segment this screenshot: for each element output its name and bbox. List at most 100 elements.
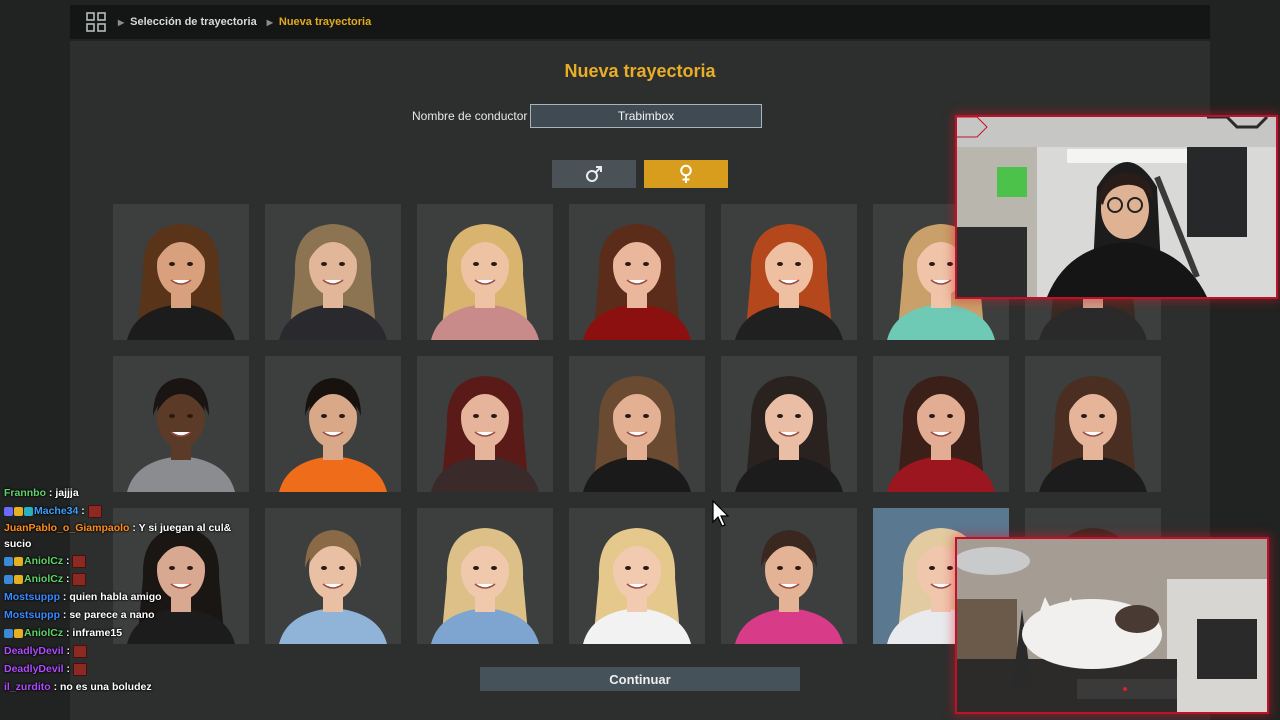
portrait-option[interactable] — [113, 356, 249, 492]
chat-username[interactable]: DeadlyDevil — [4, 663, 64, 675]
male-symbol-icon — [586, 166, 602, 182]
chat-message: Mostsuppp : quien habla amigo — [0, 588, 250, 606]
portrait-image — [265, 508, 401, 644]
chat-text: no es una boludez — [60, 681, 152, 693]
chat-message: DeadlyDevil : — [0, 642, 250, 660]
chat-separator: : — [60, 609, 70, 621]
chat-username[interactable]: Mache34 — [34, 505, 78, 517]
chat-username[interactable]: AniolCz — [24, 555, 63, 567]
portrait-image — [265, 204, 401, 340]
chat-username[interactable]: AniolCz — [24, 627, 63, 639]
female-gender-button[interactable] — [644, 160, 728, 188]
chat-message: DeadlyDevil : — [0, 660, 250, 678]
chat-separator: : — [63, 573, 73, 585]
portrait-option[interactable] — [569, 204, 705, 340]
chevron-right-icon: ▶ — [266, 17, 273, 27]
chevron-right-icon: ▶ — [118, 17, 125, 27]
portrait-image — [569, 508, 705, 644]
chat-message: Frannbo : jajjja — [0, 484, 250, 502]
chat-username[interactable]: AniolCz — [24, 573, 63, 585]
portrait-image — [417, 508, 553, 644]
streamer-webcam — [955, 115, 1278, 299]
chat-username[interactable]: DeadlyDevil — [4, 645, 64, 657]
portrait-option[interactable] — [569, 356, 705, 492]
chat-text: jajjja — [55, 487, 79, 499]
chat-message: Mostsuppp : se parece a nano — [0, 606, 250, 624]
male-gender-button[interactable] — [552, 160, 636, 188]
portrait-option[interactable] — [417, 204, 553, 340]
chat-username[interactable]: Frannbo — [4, 487, 46, 499]
portrait-option[interactable] — [265, 508, 401, 644]
chat-text: quien habla amigo — [69, 591, 162, 603]
chat-separator: : — [63, 663, 73, 675]
chat-badge-icon — [14, 556, 23, 566]
chat-separator: : — [63, 555, 73, 567]
chat-message: il_zurdito : no es una boludez — [0, 678, 250, 696]
portrait-option[interactable] — [721, 356, 857, 492]
portrait-image — [873, 356, 1009, 492]
portrait-image — [113, 204, 249, 340]
chat-text: inframe15 — [72, 627, 123, 639]
driver-name-label: Nombre de conductor — [412, 109, 528, 123]
portrait-image — [417, 204, 553, 340]
chat-emote-icon — [72, 662, 87, 676]
portrait-option[interactable] — [873, 356, 1009, 492]
breadcrumb-item-new-trajectory: Nueva trayectoria — [278, 16, 372, 28]
portrait-option[interactable] — [1025, 356, 1161, 492]
chat-emote-icon — [72, 644, 87, 658]
portrait-image — [1025, 356, 1161, 492]
chat-username[interactable]: Mostsuppp — [4, 609, 60, 621]
portrait-option[interactable] — [113, 204, 249, 340]
breadcrumb-item-trajectory-selection[interactable]: Selección de trayectoria — [130, 16, 257, 28]
mouse-cursor-icon — [712, 500, 730, 527]
grid-menu-icon[interactable] — [86, 12, 106, 32]
chat-username[interactable]: Mostsuppp — [4, 591, 60, 603]
female-symbol-icon — [680, 164, 692, 183]
chat-message: AniolCz : — [0, 552, 250, 570]
cat-webcam — [955, 537, 1269, 714]
portrait-image — [113, 356, 249, 492]
chat-separator: : — [50, 681, 61, 693]
breadcrumb: ▶ Selección de trayectoria ▶ Nueva traye… — [118, 5, 381, 39]
chat-emote-icon — [87, 504, 102, 518]
portrait-image — [569, 204, 705, 340]
portrait-image — [569, 356, 705, 492]
portrait-image — [265, 356, 401, 492]
portrait-option[interactable] — [417, 356, 553, 492]
portrait-option[interactable] — [569, 508, 705, 644]
chat-username[interactable]: JuanPablo_o_Giampaolo — [4, 522, 129, 534]
chat-badge-icon — [4, 628, 13, 638]
chat-badge-icon — [24, 506, 33, 516]
chat-username[interactable]: il_zurdito — [4, 681, 51, 693]
chat-message: Mache34 : — [0, 502, 250, 520]
portrait-image — [417, 356, 553, 492]
portrait-option[interactable] — [721, 204, 857, 340]
portrait-image — [721, 508, 857, 644]
chat-emote-icon — [72, 554, 87, 568]
chat-separator: : — [60, 591, 70, 603]
breadcrumb-bar: ▶ Selección de trayectoria ▶ Nueva traye… — [70, 5, 1210, 39]
chat-badge-icon — [14, 574, 23, 584]
chat-separator: : — [78, 505, 88, 517]
chat-emote-icon — [72, 572, 87, 586]
chat-message: AniolCz : — [0, 570, 250, 588]
chat-badge-icon — [4, 574, 13, 584]
driver-name-input[interactable] — [530, 104, 762, 128]
portrait-option[interactable] — [721, 508, 857, 644]
chat-badge-icon — [4, 556, 13, 566]
chat-badge-icon — [14, 506, 23, 516]
portrait-option[interactable] — [417, 508, 553, 644]
chat-badge-icon — [4, 506, 13, 516]
page-title: Nueva trayectoria — [564, 61, 716, 81]
portrait-option[interactable] — [265, 356, 401, 492]
webcam-scene — [957, 117, 1276, 297]
portrait-option[interactable] — [265, 204, 401, 340]
continue-button[interactable]: Continuar — [480, 667, 800, 691]
chat-message: AniolCz : inframe15 — [0, 624, 250, 642]
stream-chat: Frannbo : jajjja Mache34 : JuanPablo_o_Gi… — [0, 484, 250, 696]
chat-separator: : — [46, 487, 56, 499]
chat-message: JuanPablo_o_Giampaolo : Y si juegan al c… — [0, 520, 250, 552]
cat-cam-scene — [957, 539, 1267, 712]
chat-text: se parece a nano — [69, 609, 155, 621]
portrait-image — [721, 356, 857, 492]
